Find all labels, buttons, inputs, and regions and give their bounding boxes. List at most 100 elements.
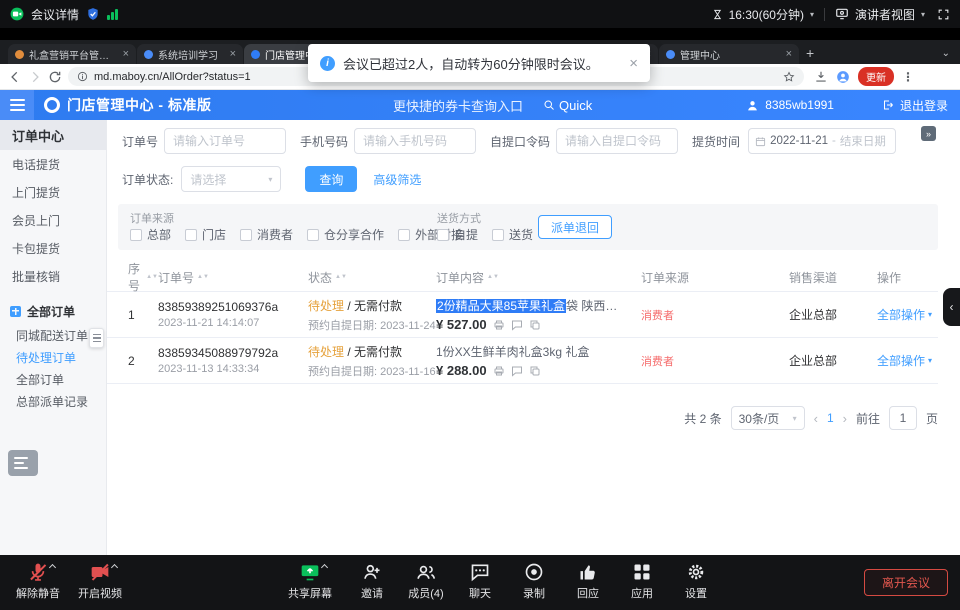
pickup-code-input[interactable]	[556, 128, 678, 154]
collapse-filters-button[interactable]: »	[921, 126, 936, 141]
sort-icon[interactable]: ▲▼	[146, 275, 158, 280]
row-index: 1	[128, 308, 158, 322]
browser-menu-icon[interactable]: ⋮	[902, 70, 914, 84]
goto-page-input[interactable]	[889, 406, 917, 430]
toast-close-icon[interactable]: ×	[629, 55, 638, 72]
promo-link[interactable]: 更快捷的券卡查询入口	[393, 96, 523, 115]
payment-status: / 无需付款	[347, 299, 402, 313]
sidebar-item-hq-dispatch-log[interactable]: 总部派单记录	[0, 390, 106, 412]
browser-tab[interactable]: 礼盒营销平台管理中心 ×	[8, 44, 136, 64]
sidebar-group-all-orders[interactable]: 全部订单	[0, 298, 106, 324]
order-no-input[interactable]	[164, 128, 286, 154]
invite-button[interactable]: 邀请	[344, 562, 400, 601]
checkbox-store[interactable]: 门店	[185, 226, 226, 243]
settings-button[interactable]: 设置	[668, 562, 724, 601]
message-icon[interactable]	[511, 319, 523, 331]
sidebar-item-door-pickup[interactable]: 上门提货	[0, 178, 106, 206]
record-button[interactable]: 录制	[506, 562, 562, 601]
order-status-label: 订单状态:	[122, 171, 173, 188]
panel-expand-flap[interactable]: ‹	[943, 288, 960, 326]
leave-meeting-button[interactable]: 离开会议	[864, 569, 948, 596]
date-range-picker[interactable]: 2022-11-21 - 结束日期	[748, 128, 896, 154]
sidebar-item-card-pickup[interactable]: 卡包提货	[0, 234, 106, 262]
order-status-select[interactable]: 请选择 ▾	[181, 166, 281, 192]
meeting-topbar: 会议详情 16:30(60分钟) ▾ 演讲者视图 ▾	[0, 0, 960, 28]
members-button[interactable]: 成员(4)	[398, 562, 454, 601]
refresh-icon[interactable]	[48, 70, 62, 84]
dispatch-return-button[interactable]: 派单退回	[538, 215, 612, 239]
tab-close-icon[interactable]: ×	[230, 49, 236, 60]
quick-menu-button[interactable]	[8, 450, 38, 476]
checkbox-consumer[interactable]: 消费者	[240, 226, 293, 243]
advanced-filter-link[interactable]: 高级筛选	[373, 171, 421, 188]
apps-button[interactable]: 应用	[614, 562, 670, 601]
back-icon[interactable]	[8, 70, 22, 84]
search-button[interactable]: 查询	[305, 166, 357, 192]
pickup-date: 预约自提日期: 2023-11-24	[308, 317, 436, 333]
mic-options-icon[interactable]	[49, 564, 56, 571]
prev-page-icon[interactable]: ‹	[814, 411, 818, 426]
next-page-icon[interactable]: ›	[843, 411, 847, 426]
browser-tab[interactable]: 系统培训学习 ×	[137, 44, 243, 64]
profile-avatar-icon[interactable]	[836, 70, 850, 84]
chat-button[interactable]: 聊天	[452, 562, 508, 601]
checkbox-self-pickup[interactable]: 自提	[437, 226, 478, 243]
new-tab-button[interactable]: +	[806, 45, 814, 61]
row-index: 2	[128, 354, 158, 368]
app-header: 门店管理中心 - 标准版 更快捷的券卡查询入口 Quick 8385wb1991…	[0, 90, 960, 120]
view-dropdown-icon[interactable]: ▾	[921, 10, 925, 19]
start-video-button[interactable]: 开启视频	[72, 562, 128, 601]
copy-icon[interactable]	[529, 365, 541, 377]
meeting-details-button[interactable]: 会议详情	[31, 6, 79, 23]
page-unit-label: 页	[926, 410, 938, 427]
row-actions-button[interactable]: 全部操作▾	[877, 306, 947, 323]
print-icon[interactable]	[493, 365, 505, 377]
share-screen-button[interactable]: 共享屏幕	[282, 562, 338, 601]
share-options-icon[interactable]	[321, 564, 328, 571]
checkbox-warehouse-coop[interactable]: 仓分享合作	[307, 226, 384, 243]
reactions-button[interactable]: 回应	[560, 562, 616, 601]
sidebar-item-all-orders[interactable]: 全部订单	[0, 368, 106, 390]
chrome-update-button[interactable]: 更新	[858, 67, 894, 86]
sort-icon[interactable]: ▲▼	[197, 275, 209, 280]
hamburger-menu-icon[interactable]	[0, 90, 34, 120]
sort-icon[interactable]: ▲▼	[487, 275, 499, 280]
forward-icon[interactable]	[28, 70, 42, 84]
quick-search-link[interactable]: Quick	[543, 98, 592, 113]
pickup-date: 预约自提日期: 2023-11-16	[308, 363, 436, 379]
sidebar-item-pending-orders[interactable]: 待处理订单	[0, 346, 106, 368]
checkbox-hq[interactable]: 总部	[130, 226, 171, 243]
tab-close-icon[interactable]: ×	[123, 49, 129, 60]
sidebar-collapse-handle[interactable]	[89, 328, 104, 348]
timer-dropdown-icon[interactable]: ▾	[810, 10, 814, 19]
logout-button[interactable]: 退出登录	[900, 97, 948, 114]
mute-button[interactable]: 解除静音	[10, 562, 66, 601]
print-icon[interactable]	[493, 319, 505, 331]
camera-options-icon[interactable]	[111, 564, 118, 571]
current-page[interactable]: 1	[827, 411, 834, 425]
delivery-method-options: 自提 送货	[437, 226, 533, 243]
tab-search-icon[interactable]: ⌄	[942, 48, 950, 59]
message-icon[interactable]	[511, 365, 523, 377]
checkbox-delivery[interactable]: 送货	[492, 226, 533, 243]
sort-icon[interactable]: ▲▼	[335, 275, 347, 280]
pickup-time-label: 提货时间	[692, 133, 740, 150]
browser-tab[interactable]: 管理中心 ×	[659, 44, 799, 64]
fullscreen-icon[interactable]	[937, 8, 950, 21]
sidebar-item-member-visit[interactable]: 会员上门	[0, 206, 106, 234]
username[interactable]: 8385wb1991	[765, 98, 834, 112]
sidebar-item-batch-verify[interactable]: 批量核销	[0, 262, 106, 290]
download-icon[interactable]	[814, 70, 828, 84]
sidebar-item-phone-pickup[interactable]: 电话提货	[0, 150, 106, 178]
view-mode-button[interactable]: 演讲者视图	[855, 6, 915, 23]
phone-input[interactable]	[354, 128, 476, 154]
tab-close-icon[interactable]: ×	[786, 49, 792, 60]
bookmark-star-icon[interactable]	[783, 71, 795, 83]
page-size-select[interactable]: 30条/页 ▾	[731, 406, 805, 430]
site-info-icon[interactable]	[77, 71, 88, 82]
meeting-timer[interactable]: 16:30(60分钟)	[729, 6, 804, 23]
copy-icon[interactable]	[529, 319, 541, 331]
table-row[interactable]: 1 83859389251069376a 2023-11-21 14:14:07…	[107, 292, 938, 338]
row-actions-button[interactable]: 全部操作▾	[877, 352, 947, 369]
table-row[interactable]: 2 83859345088979792a 2023-11-13 14:33:34…	[107, 338, 938, 384]
